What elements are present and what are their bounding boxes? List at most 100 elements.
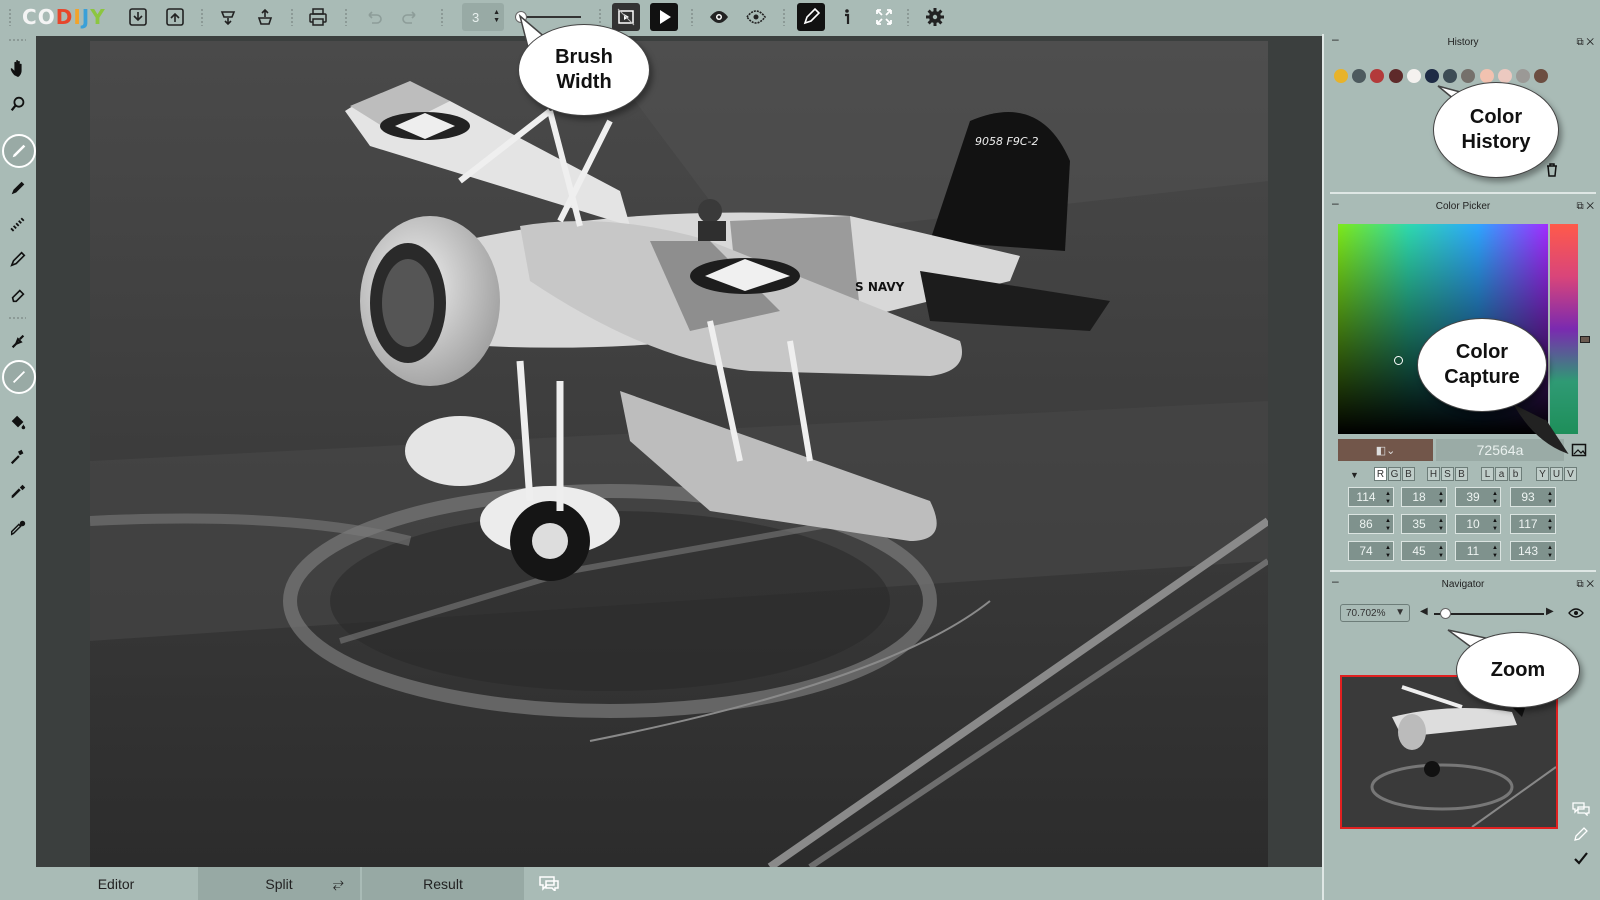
history-color-swatch[interactable] <box>1443 69 1458 83</box>
channel-button-b[interactable]: B <box>1402 467 1415 481</box>
print-icon[interactable] <box>304 3 332 31</box>
settings-icon[interactable] <box>921 3 949 31</box>
stepper-arrows-icon[interactable]: ▲ ▼ <box>1385 544 1391 560</box>
toolbar-grip[interactable] <box>8 316 26 320</box>
toolbar-grip[interactable] <box>440 8 444 26</box>
pen-mode-icon[interactable] <box>797 3 825 31</box>
channel-button-a[interactable]: a <box>1495 467 1508 481</box>
stepper-arrows-icon[interactable]: ▲ ▼ <box>1492 544 1498 560</box>
stepper-arrows-icon[interactable]: ▲ ▼ <box>1438 544 1444 560</box>
history-color-swatch[interactable] <box>1352 69 1367 83</box>
channel-value-field[interactable]: 74 ▲ ▼ <box>1348 541 1394 561</box>
channel-button-v[interactable]: V <box>1564 467 1577 481</box>
eye-icon[interactable] <box>705 3 733 31</box>
channel-button-l[interactable]: L <box>1481 467 1494 481</box>
hex-input[interactable]: 72564a <box>1436 439 1564 461</box>
trash-icon[interactable] <box>1544 162 1560 178</box>
photo-image[interactable]: 9058 F9C-2 S NAVY <box>90 41 1268 867</box>
save-icon[interactable] <box>161 3 189 31</box>
stepper-arrows-icon[interactable]: ▲ ▼ <box>493 9 500 25</box>
brush-round-icon[interactable] <box>2 134 36 168</box>
thin-brush-icon[interactable] <box>2 360 36 394</box>
channel-value-field[interactable]: 143 ▲ ▼ <box>1510 541 1556 561</box>
history-color-swatch[interactable] <box>1370 69 1385 83</box>
pencil-icon[interactable] <box>6 176 30 200</box>
stepper-arrows-icon[interactable]: ▲ ▼ <box>1547 544 1553 560</box>
toolbar-grip[interactable] <box>8 38 26 42</box>
channel-value-field[interactable]: 117 ▲ ▼ <box>1510 514 1556 534</box>
toolbar-grip[interactable] <box>598 8 602 26</box>
wand-icon[interactable] <box>6 445 30 469</box>
history-color-swatch[interactable] <box>1388 69 1403 83</box>
toolbar-grip[interactable] <box>690 8 694 26</box>
history-color-swatch[interactable] <box>1461 69 1476 83</box>
channel-value-field[interactable]: 11 ▲ ▼ <box>1455 541 1501 561</box>
zoom-slider-handle[interactable] <box>1440 608 1451 619</box>
toolbar-grip[interactable] <box>344 8 348 26</box>
zoom-out-icon[interactable]: ◀ <box>1420 606 1428 617</box>
brush-width-slider-handle[interactable] <box>515 11 528 23</box>
stepper-arrows-icon[interactable]: ▲ ▼ <box>1492 490 1498 506</box>
panel-controls-icon[interactable]: ⧉ ✕ <box>1576 201 1594 212</box>
dotted-brush-icon[interactable] <box>6 212 30 236</box>
toolbar-grip[interactable] <box>8 8 12 26</box>
zoom-in-icon[interactable]: ▶ <box>1546 606 1554 617</box>
export-colors-icon[interactable] <box>251 3 279 31</box>
preview-split-icon[interactable] <box>612 3 640 31</box>
stepper-arrows-icon[interactable]: ▲ ▼ <box>1385 517 1391 533</box>
panel-controls-icon[interactable]: ⧉ ✕ <box>1576 37 1594 48</box>
brush-width-slider[interactable] <box>515 11 581 23</box>
channel-button-s[interactable]: S <box>1441 467 1454 481</box>
import-colors-icon[interactable] <box>214 3 242 31</box>
zoom-slider[interactable] <box>1434 608 1544 619</box>
stepper-arrows-icon[interactable]: ▲ ▼ <box>1547 517 1553 533</box>
history-color-swatch[interactable] <box>1516 69 1530 83</box>
channel-button-h[interactable]: H <box>1427 467 1440 481</box>
edit-icon[interactable] <box>1573 826 1589 842</box>
history-color-swatch[interactable] <box>1534 69 1549 83</box>
hue-slider-handle[interactable] <box>1580 336 1590 343</box>
chevron-down-icon[interactable]: ▼ <box>1395 607 1405 618</box>
current-color-swatch[interactable]: ◧⌄ <box>1338 439 1433 461</box>
open-icon[interactable] <box>124 3 152 31</box>
channel-value-field[interactable]: 114 ▲ ▼ <box>1348 487 1394 507</box>
stepper-arrows-icon[interactable]: ▲ ▼ <box>1492 517 1498 533</box>
undo-icon[interactable] <box>360 3 388 31</box>
toolbar-grip[interactable] <box>290 8 294 26</box>
chat-icon[interactable] <box>538 875 560 893</box>
eye-icon[interactable] <box>1568 606 1584 620</box>
stepper-arrows-icon[interactable]: ▲ ▼ <box>1438 490 1444 506</box>
history-color-swatch[interactable] <box>1497 69 1512 83</box>
eraser-icon[interactable] <box>6 283 30 307</box>
channel-collapse-icon[interactable]: ▼ <box>1350 470 1359 480</box>
toolbar-grip[interactable] <box>906 8 910 26</box>
history-color-swatch[interactable] <box>1479 69 1494 83</box>
tab-result[interactable]: Result <box>362 867 524 900</box>
channel-value-field[interactable]: 10 ▲ ▼ <box>1455 514 1501 534</box>
smudge-icon[interactable] <box>6 329 30 353</box>
channel-value-field[interactable]: 39 ▲ ▼ <box>1455 487 1501 507</box>
panel-controls-icon[interactable]: ⧉ ✕ <box>1576 579 1594 590</box>
eyedropper-icon[interactable] <box>6 480 30 504</box>
info-icon[interactable] <box>833 3 861 31</box>
tab-split[interactable]: Split ⥂ <box>198 867 360 900</box>
play-icon[interactable] <box>650 3 678 31</box>
toolbar-grip[interactable] <box>782 8 786 26</box>
stepper-arrows-icon[interactable]: ▲ ▼ <box>1438 517 1444 533</box>
channel-button-b[interactable]: b <box>1509 467 1522 481</box>
channel-value-field[interactable]: 86 ▲ ▼ <box>1348 514 1394 534</box>
history-color-swatch[interactable] <box>1334 69 1348 83</box>
channel-value-field[interactable]: 35 ▲ ▼ <box>1401 514 1447 534</box>
marker-icon[interactable] <box>6 247 30 271</box>
channel-button-b[interactable]: B <box>1455 467 1468 481</box>
channel-button-g[interactable]: G <box>1388 467 1401 481</box>
zoom-select[interactable]: 70.702% ▼ <box>1340 604 1410 622</box>
color-picker-icon[interactable] <box>6 516 30 540</box>
collapse-icon[interactable]: – <box>1332 32 1339 46</box>
channel-button-r[interactable]: R <box>1374 467 1387 481</box>
brush-width-stepper[interactable]: 3 ▲ ▼ <box>462 3 504 31</box>
stepper-arrows-icon[interactable]: ▲ ▼ <box>1385 490 1391 506</box>
hand-icon[interactable] <box>6 56 30 80</box>
checkmark-icon[interactable] <box>1573 850 1589 866</box>
channel-value-field[interactable]: 18 ▲ ▼ <box>1401 487 1447 507</box>
